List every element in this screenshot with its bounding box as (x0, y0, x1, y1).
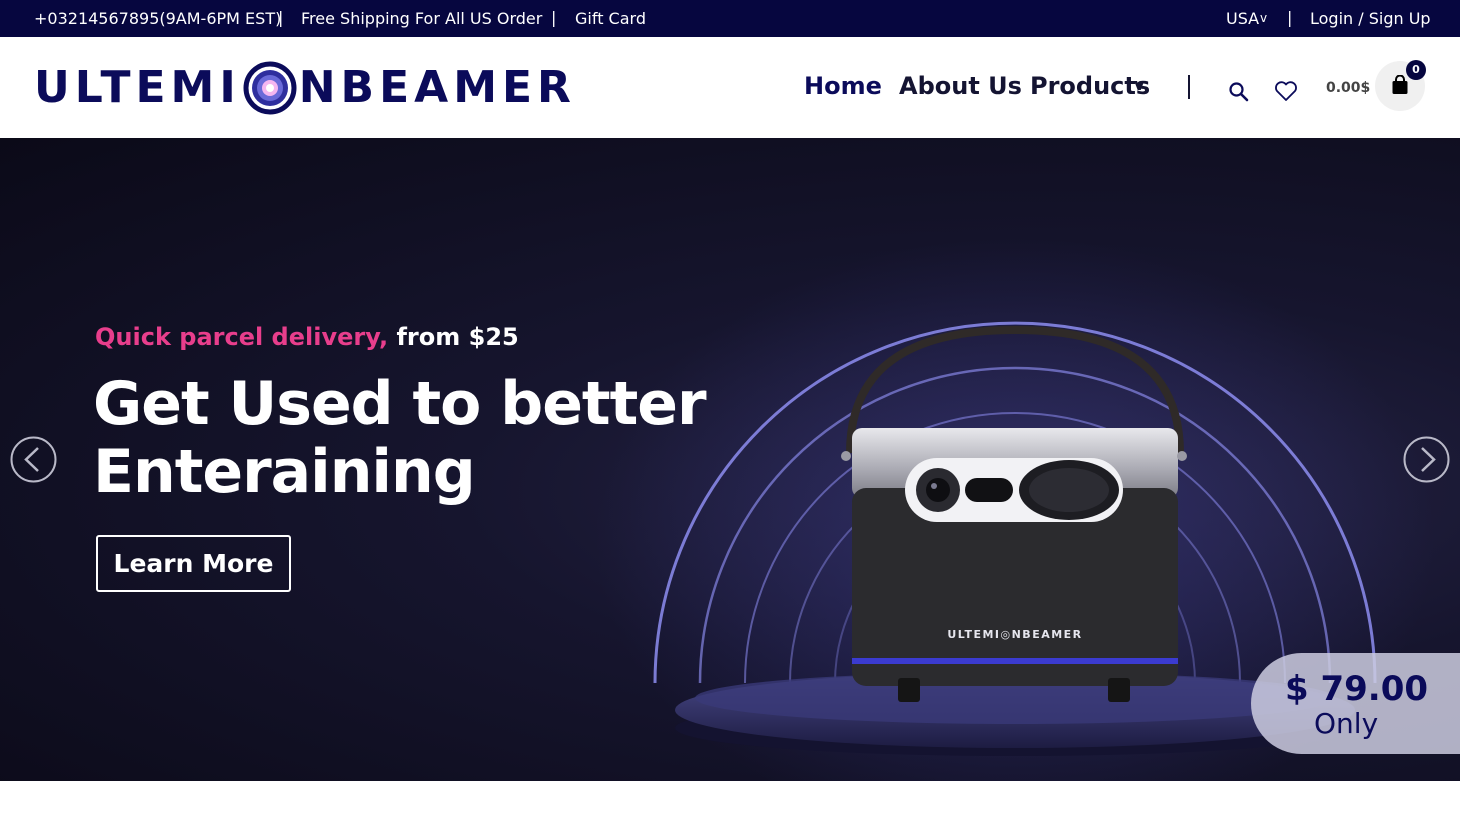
divider (1188, 75, 1190, 99)
tagline-price: from $25 (396, 323, 519, 351)
cart-total: 0.00$ (1326, 80, 1371, 96)
hero-banner: ULTEMI◎NBEAMER Quick parcel delivery, fr… (0, 138, 1460, 781)
cart-count-badge: 0 (1406, 60, 1426, 80)
region-selector[interactable]: USA (1226, 9, 1259, 28)
price-amount: $ 79.00 (1285, 669, 1429, 709)
nav-about-us[interactable]: About Us (899, 72, 1022, 100)
shopping-bag-icon (1392, 75, 1408, 94)
hero-tagline: Quick parcel delivery, from $25 (95, 323, 519, 351)
price-suffix: Only (1314, 707, 1379, 740)
separator: | (278, 8, 284, 27)
shipping-notice: Free Shipping For All US Order (301, 9, 543, 28)
chevron-down-icon[interactable]: v (1260, 11, 1267, 25)
tagline-highlight: Quick parcel delivery, (95, 323, 389, 351)
price-badge: $ 79.00 Only (1251, 653, 1460, 754)
login-signup-link[interactable]: Login / Sign Up (1310, 9, 1431, 28)
nav-products[interactable]: Products (1030, 72, 1150, 100)
carousel-prev-arrow-icon[interactable] (10, 436, 57, 483)
separator: | (1287, 8, 1293, 27)
product-brand-label: ULTEMI◎NBEAMER (947, 628, 1082, 641)
logo-lens-icon (243, 61, 297, 115)
logo-text-right: NBEAMER (298, 62, 576, 113)
search-icon[interactable] (1228, 81, 1250, 103)
logo-text-left: ULTEMI (34, 62, 241, 113)
carousel-next-arrow-icon[interactable] (1403, 436, 1450, 483)
brand-logo[interactable]: ULTEMI NBEAMER (34, 60, 576, 116)
gift-card-link[interactable]: Gift Card (575, 9, 646, 28)
hero-headline: Get Used to better Enteraining (93, 369, 707, 507)
top-bar: +03214567895(9AM-6PM EST) | Free Shippin… (0, 0, 1460, 37)
phone-number: +03214567895(9AM-6PM EST) (34, 9, 282, 28)
site-header: ULTEMI NBEAMER Home About Us Products v … (0, 37, 1460, 138)
separator: | (551, 8, 557, 27)
nav-home[interactable]: Home (804, 72, 882, 100)
heart-icon[interactable] (1274, 80, 1298, 102)
chevron-down-icon[interactable]: v (1134, 75, 1144, 94)
learn-more-button[interactable]: Learn More (96, 535, 291, 592)
